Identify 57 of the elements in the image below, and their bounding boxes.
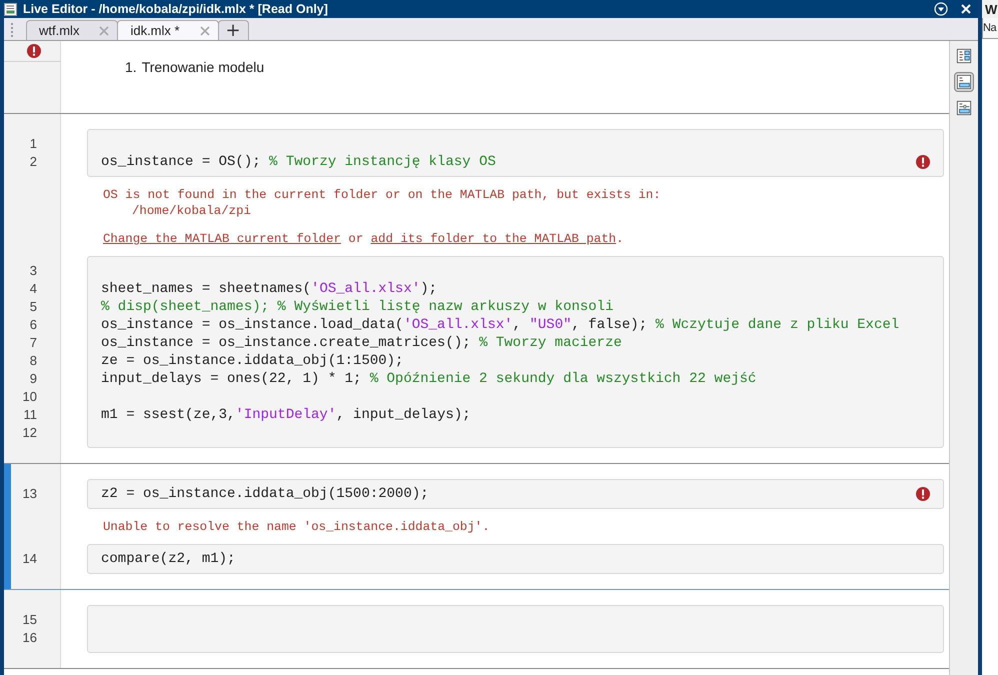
code-line: m1 = ssest(ze,3,'InputDelay', input_delays); xyxy=(101,406,472,424)
code-line: compare(z2, m1); xyxy=(101,550,236,568)
line-number: 14 xyxy=(22,550,37,568)
file-tab[interactable]: wtf.mlx xyxy=(26,20,118,40)
code-block[interactable]: os_instance = OS(); % Tworzy instancję klasy OS xyxy=(87,129,944,177)
code-line: ze = os_instance.iddata_obj(1:1500); xyxy=(101,352,404,370)
line-number: 5 xyxy=(30,298,37,316)
code-block[interactable]: compare(z2, m1); xyxy=(87,544,944,574)
error-message: Change the MATLAB current folder or add its folder to the MATLAB path. xyxy=(103,231,625,247)
line-number: 16 xyxy=(22,629,37,647)
document-icon xyxy=(4,2,17,16)
line-number: 10 xyxy=(22,388,37,406)
panel-title: W xyxy=(982,0,998,18)
code-block[interactable]: z2 = os_instance.iddata_obj(1500:2000); xyxy=(87,479,944,509)
line-number: 4 xyxy=(30,280,37,298)
line-number: 6 xyxy=(30,316,37,334)
line-number: 11 xyxy=(24,406,37,424)
line-number: 8 xyxy=(30,352,37,370)
text-section[interactable]: 1. Trenowanie modelu xyxy=(4,41,949,114)
view-mode-button[interactable] xyxy=(954,72,974,92)
code-block[interactable] xyxy=(87,256,944,448)
code-line: input_delays = ones(22, 1) * 1; % Opóźnienie 2 sekundy dla wszystkich 22 wejść xyxy=(101,370,758,388)
error-icon xyxy=(27,44,41,58)
message-link[interactable]: add its folder to the MATLAB path xyxy=(370,232,616,246)
code-section[interactable]: 15 16 xyxy=(4,590,949,669)
view-mode-button[interactable] xyxy=(954,46,974,66)
dropdown-icon[interactable] xyxy=(934,2,948,16)
new-tab-button[interactable]: + xyxy=(218,20,249,40)
list-number: 1. xyxy=(125,59,137,77)
code-line: os_instance = os_instance.create_matrices(); % Tworzy macierze xyxy=(101,334,623,352)
window-title: Live Editor - /home/kobala/zpi/idk.mlx * [Read Only] xyxy=(23,2,329,16)
code-line: os_instance = OS(); % Tworzy instancję klasy OS xyxy=(101,153,497,171)
line-number: 3 xyxy=(30,262,37,280)
line-number: 7 xyxy=(30,334,37,352)
error-icon xyxy=(916,487,930,501)
line-number: 9 xyxy=(30,370,37,388)
message-link[interactable]: Change the MATLAB current folder xyxy=(103,232,341,246)
column-header[interactable]: Na xyxy=(982,18,998,39)
error-message: Unable to resolve the name 'os_instance.iddata_obj'. xyxy=(103,519,491,535)
error-message: /home/kobala/zpi xyxy=(131,203,252,219)
file-tab[interactable]: idk.mlx * xyxy=(117,20,219,40)
line-number: 2 xyxy=(30,153,37,171)
code-line: % disp(sheet_names); % Wyświetli listę nazw arkuszy w konsoli xyxy=(101,298,614,316)
line-number: 12 xyxy=(22,424,37,442)
code-line: sheet_names = sheetnames('OS_all.xlsx'); xyxy=(101,280,438,298)
view-mode-button[interactable] xyxy=(954,98,974,118)
code-line: os_instance = os_instance.load_data('OS_all.xlsx', "US0", false); % Wczytuje dane z pliku Excel xyxy=(101,316,900,334)
grip-icon[interactable] xyxy=(10,22,14,38)
line-number: 13 xyxy=(22,485,37,503)
error-icon xyxy=(916,155,930,169)
error-message: OS is not found in the current folder or on the MATLAB path, but exists in: xyxy=(103,187,662,203)
line-number: 1 xyxy=(30,135,37,153)
list-item: Trenowanie modelu xyxy=(142,59,264,77)
code-line: z2 = os_instance.iddata_obj(1500:2000); xyxy=(101,485,430,503)
line-number: 15 xyxy=(22,611,37,629)
code-section[interactable] xyxy=(4,114,949,464)
code-section[interactable]: 13 z2 = os_instance.iddata_obj(1500:2000); Unable to resolve the name 'os_instance.iddata_obj'. 14 compare(z2, m1); xyxy=(4,464,949,590)
